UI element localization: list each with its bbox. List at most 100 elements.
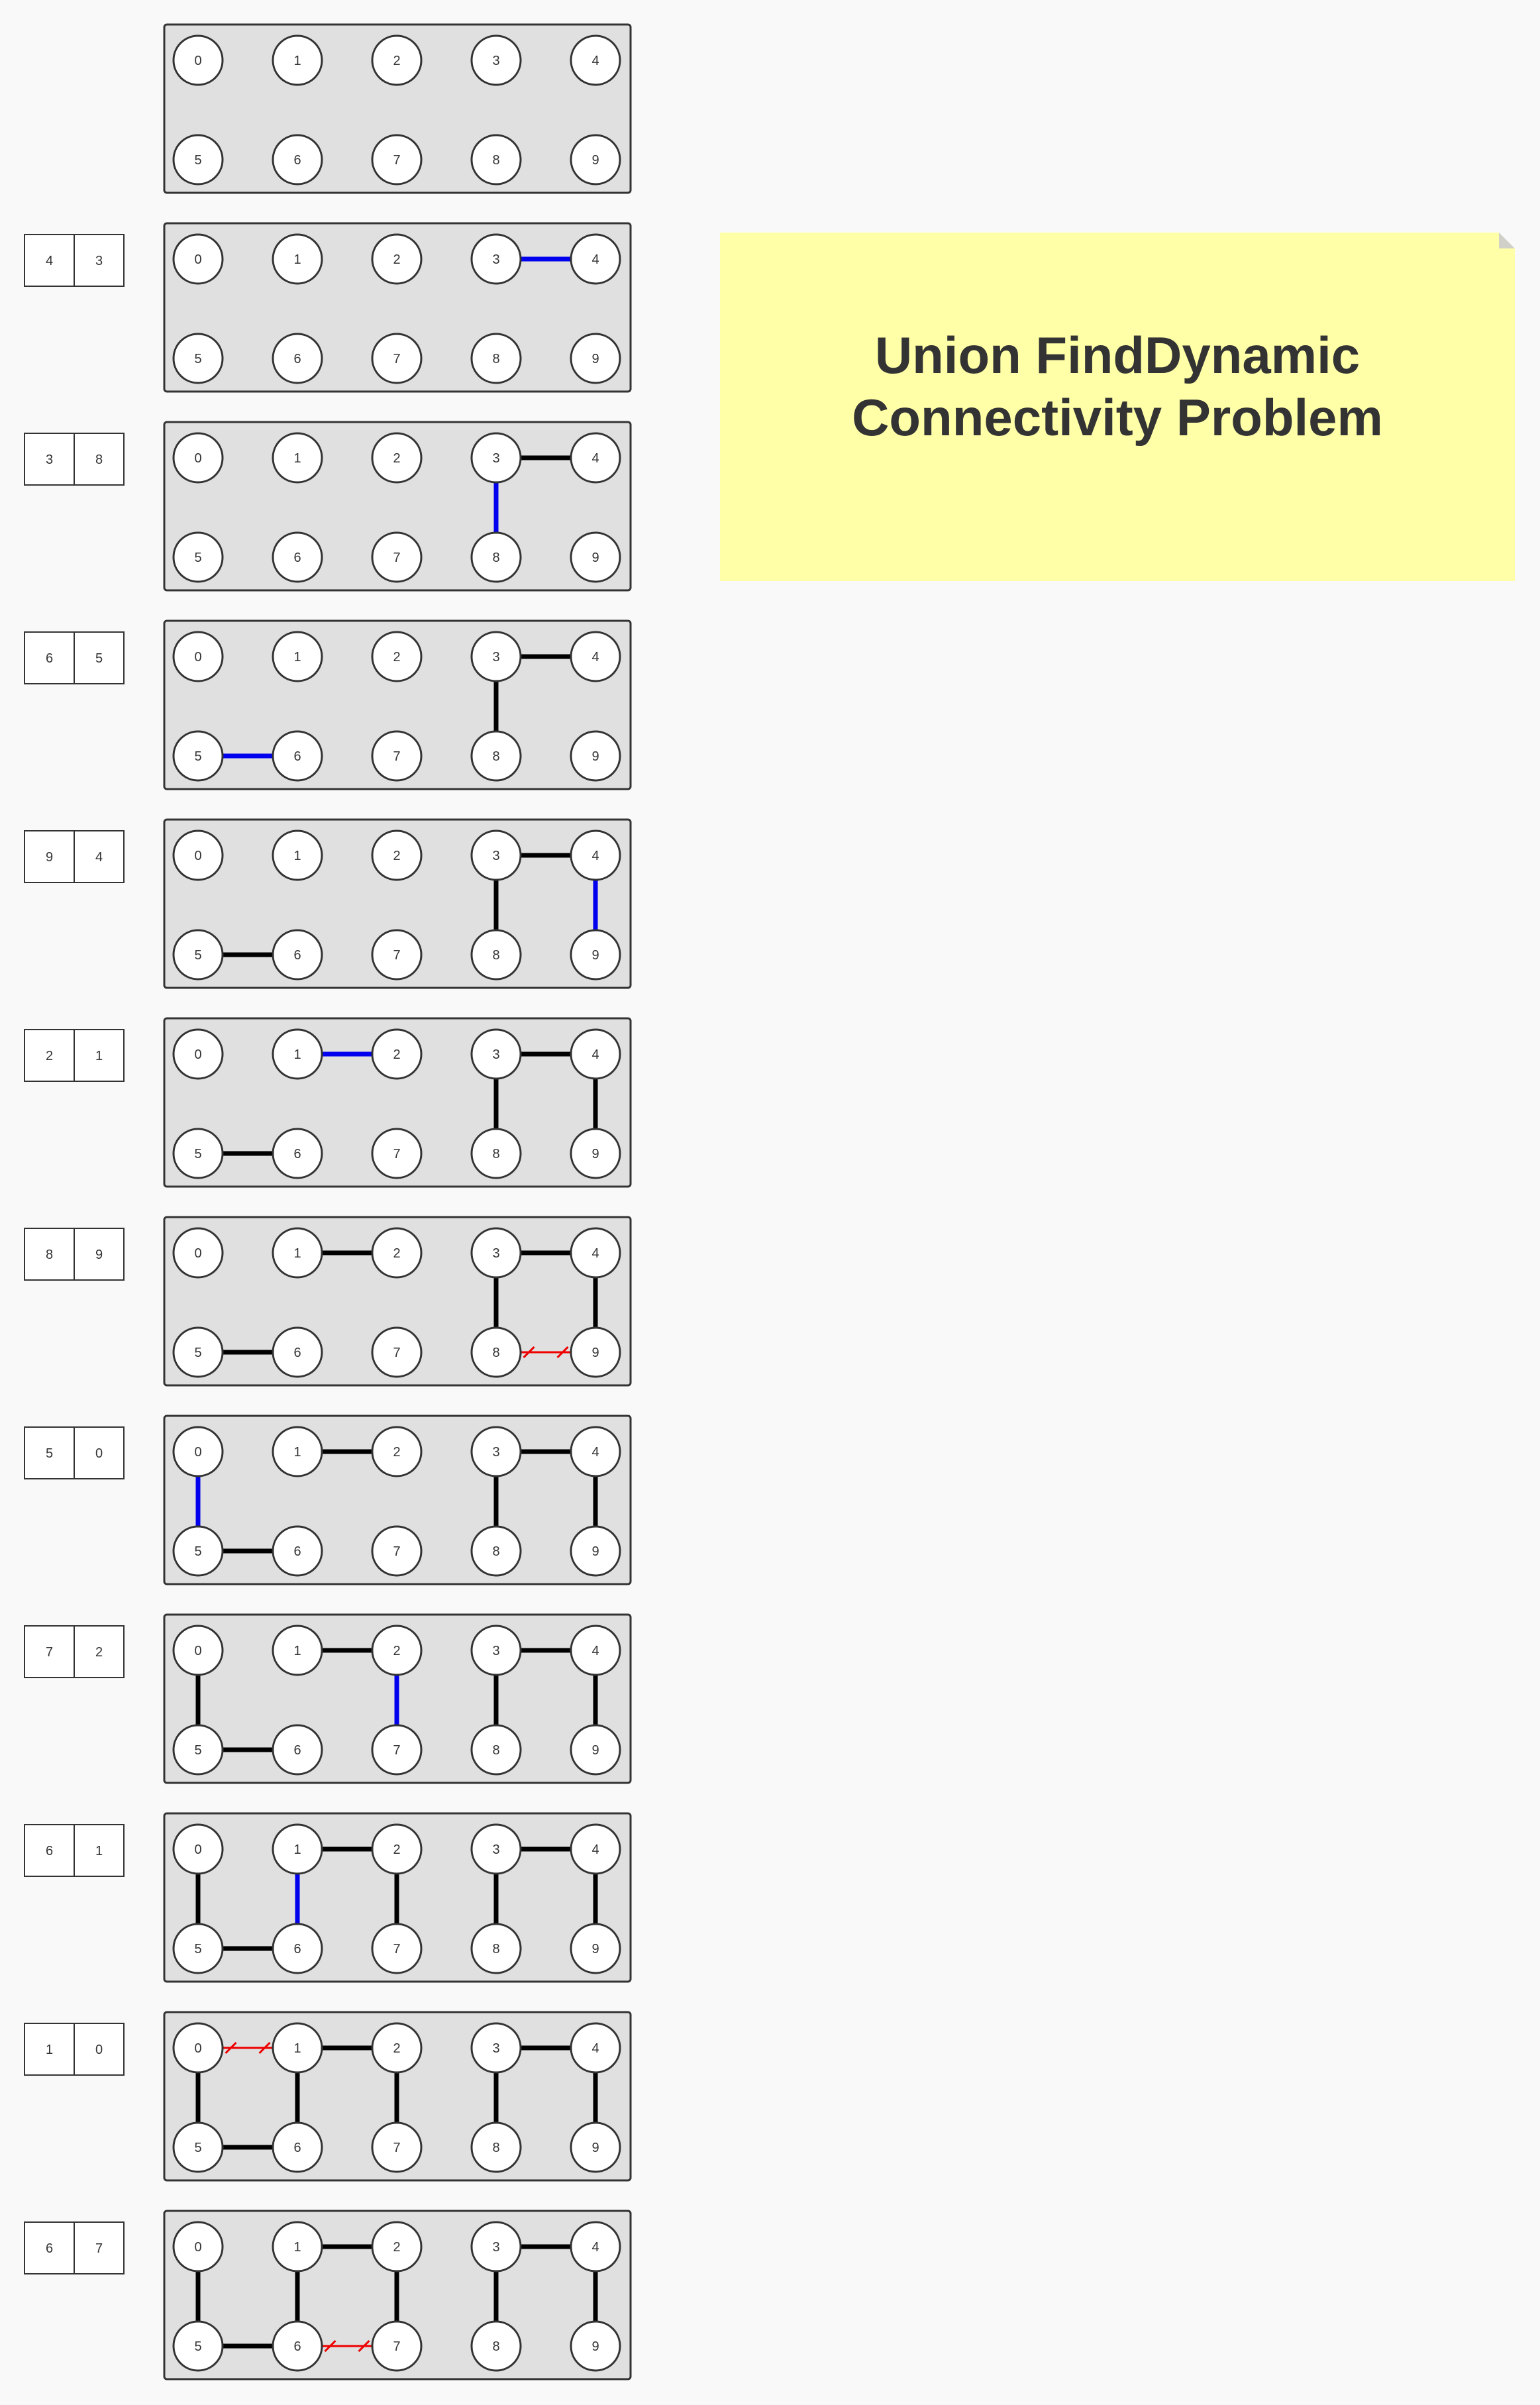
step-3: 6 5 0 1 2 3 4 5 6 7 8 9 (24, 619, 632, 790)
node-label-7: 7 (393, 551, 400, 565)
sticky-note-fold (1499, 233, 1515, 248)
node-label-4: 4 (591, 1246, 599, 1261)
node-label-7: 7 (393, 948, 400, 963)
node-label-2: 2 (393, 451, 400, 466)
node-label-5: 5 (194, 749, 201, 764)
node-label-6: 6 (293, 2339, 301, 2354)
node-label-9: 9 (591, 1942, 599, 1956)
node-label-6: 6 (293, 1743, 301, 1758)
node-label-2: 2 (393, 1644, 400, 1658)
pair-value-q: 0 (95, 2043, 103, 2057)
node-label-8: 8 (492, 948, 499, 963)
node-label-8: 8 (492, 352, 499, 366)
node-label-4: 4 (591, 849, 599, 863)
pair-value-p: 4 (46, 254, 53, 268)
step-4: 9 4 0 1 2 3 4 5 6 7 8 9 (24, 818, 632, 989)
node-label-6: 6 (293, 1147, 301, 1161)
node-label-6: 6 (293, 749, 301, 764)
node-label-6: 6 (293, 1942, 301, 1956)
step-9: 6 1 0 1 2 3 4 5 6 7 8 9 (24, 1812, 632, 1983)
node-label-8: 8 (492, 1147, 499, 1161)
node-label-9: 9 (591, 352, 599, 366)
node-label-7: 7 (393, 1346, 400, 1360)
node-label-1: 1 (293, 2240, 301, 2255)
node-label-5: 5 (194, 153, 201, 168)
node-label-8: 8 (492, 551, 499, 565)
node-label-5: 5 (194, 1147, 201, 1161)
step-2: 3 8 0 1 2 3 4 5 6 7 8 9 (24, 421, 632, 592)
node-label-5: 5 (194, 551, 201, 565)
node-label-1: 1 (293, 451, 301, 466)
sticky-note-title: Union FindDynamic Connectivity Problem (852, 326, 1383, 447)
step-8: 7 2 0 1 2 3 4 5 6 7 8 9 (24, 1613, 632, 1784)
step-6: 8 9 0 1 2 3 4 5 6 7 8 9 (24, 1216, 632, 1387)
step-1: 4 3 0 1 2 3 4 5 6 7 8 9 (24, 222, 632, 393)
node-label-1: 1 (293, 54, 301, 68)
node-label-7: 7 (393, 2141, 400, 2155)
node-label-3: 3 (492, 451, 499, 466)
node-label-5: 5 (194, 352, 201, 366)
node-label-9: 9 (591, 153, 599, 168)
pair-value-p: 5 (46, 1446, 53, 1461)
node-label-3: 3 (492, 1445, 499, 1460)
node-label-0: 0 (194, 252, 201, 267)
node-label-3: 3 (492, 1644, 499, 1658)
node-label-3: 3 (492, 54, 499, 68)
step-0: 0 1 2 3 4 5 6 7 8 9 (163, 23, 632, 194)
node-label-1: 1 (293, 849, 301, 863)
node-label-0: 0 (194, 2240, 201, 2255)
node-label-8: 8 (492, 1346, 499, 1360)
node-label-0: 0 (194, 1445, 201, 1460)
node-label-7: 7 (393, 2339, 400, 2354)
node-label-0: 0 (194, 2041, 201, 2056)
node-label-8: 8 (492, 749, 499, 764)
node-label-2: 2 (393, 2041, 400, 2056)
node-label-3: 3 (492, 849, 499, 863)
node-label-7: 7 (393, 1942, 400, 1956)
node-label-1: 1 (293, 1047, 301, 1062)
node-label-2: 2 (393, 1047, 400, 1062)
node-label-8: 8 (492, 2339, 499, 2354)
node-label-9: 9 (591, 749, 599, 764)
node-label-3: 3 (492, 252, 499, 267)
node-label-1: 1 (293, 1445, 301, 1460)
node-label-7: 7 (393, 749, 400, 764)
node-label-5: 5 (194, 1942, 201, 1956)
sticky-note: Union FindDynamic Connectivity Problem (720, 233, 1515, 581)
node-label-1: 1 (293, 1843, 301, 1857)
node-label-7: 7 (393, 1147, 400, 1161)
node-label-0: 0 (194, 451, 201, 466)
pair-value-p: 7 (46, 1645, 53, 1660)
node-label-5: 5 (194, 1544, 201, 1559)
node-label-3: 3 (492, 1047, 499, 1062)
node-label-4: 4 (591, 1843, 599, 1857)
node-label-4: 4 (591, 54, 599, 68)
node-label-8: 8 (492, 1544, 499, 1559)
node-label-6: 6 (293, 1544, 301, 1559)
node-label-3: 3 (492, 1843, 499, 1857)
node-label-2: 2 (393, 849, 400, 863)
node-label-0: 0 (194, 650, 201, 665)
node-label-8: 8 (492, 153, 499, 168)
node-label-2: 2 (393, 650, 400, 665)
node-label-9: 9 (591, 2141, 599, 2155)
node-label-9: 9 (591, 1743, 599, 1758)
node-label-6: 6 (293, 1346, 301, 1360)
node-label-4: 4 (591, 1644, 599, 1658)
node-label-2: 2 (393, 54, 400, 68)
node-label-9: 9 (591, 1544, 599, 1559)
node-label-2: 2 (393, 1445, 400, 1460)
node-label-4: 4 (591, 1445, 599, 1460)
node-label-3: 3 (492, 1246, 499, 1261)
pair-value-p: 2 (46, 1049, 53, 1063)
pair-value-q: 5 (95, 651, 103, 666)
node-label-9: 9 (591, 948, 599, 963)
pair-value-q: 1 (95, 1844, 103, 1858)
node-label-6: 6 (293, 153, 301, 168)
node-label-1: 1 (293, 2041, 301, 2056)
node-label-6: 6 (293, 2141, 301, 2155)
node-label-2: 2 (393, 1843, 400, 1857)
pair-value-p: 9 (46, 850, 53, 865)
node-label-0: 0 (194, 1644, 201, 1658)
node-label-9: 9 (591, 1147, 599, 1161)
